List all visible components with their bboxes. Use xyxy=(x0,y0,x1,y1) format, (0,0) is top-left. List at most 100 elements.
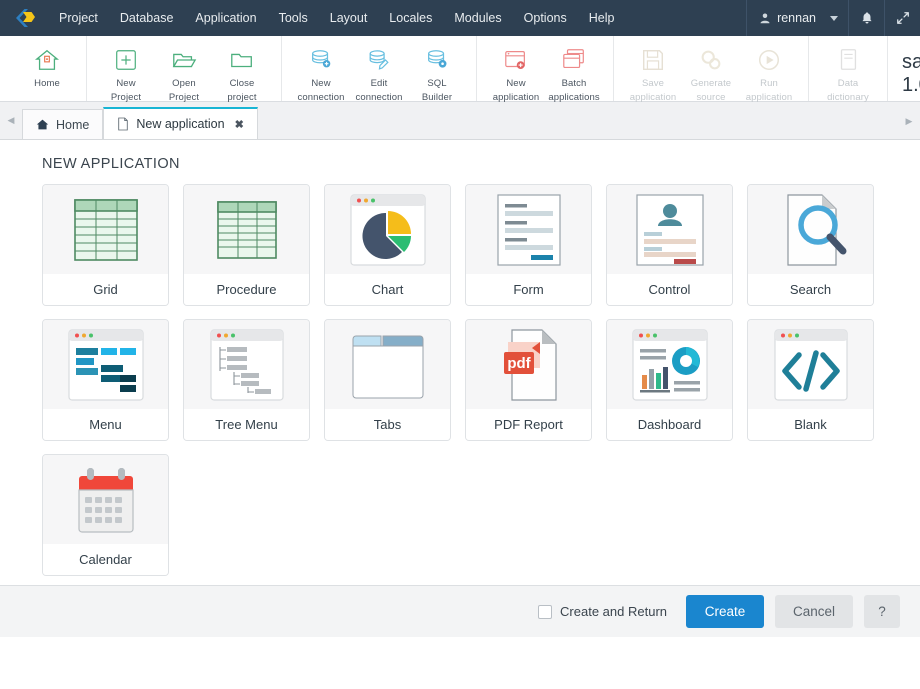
pdf-report-icon: pdf xyxy=(466,320,591,409)
batch-applications-icon xyxy=(561,45,587,75)
project-info: PROJECT samples 1.0.0 xyxy=(888,36,920,101)
toolbar-edit-connection-button[interactable]: Edit connection xyxy=(350,41,408,103)
toolbar-open-project-l1: Open xyxy=(172,78,196,89)
toolbar-batch-applications-button[interactable]: Batch applications xyxy=(545,41,603,103)
control-user-icon xyxy=(607,185,732,274)
chevron-right-icon[interactable]: ▶ xyxy=(898,102,920,140)
new-connection-icon xyxy=(308,45,334,75)
user-icon xyxy=(759,12,771,24)
card-control-label: Control xyxy=(607,274,732,305)
tabs-container: Home New application ✖ xyxy=(22,101,258,139)
toolbar-save-application-l1: Save xyxy=(642,78,664,89)
menu-item-locales[interactable]: Locales xyxy=(378,0,443,36)
create-and-return-checkbox[interactable]: Create and Return xyxy=(538,604,667,619)
card-chart[interactable]: Chart xyxy=(324,184,451,306)
tab-bar: ◀ Home New application ✖ ▶ xyxy=(0,102,920,140)
menu-item-layout[interactable]: Layout xyxy=(319,0,379,36)
tab-home-label: Home xyxy=(56,118,89,132)
toolbar-sql-builder-button[interactable]: SQL Builder xyxy=(408,41,466,103)
card-grid[interactable]: Grid xyxy=(42,184,169,306)
fullscreen-button[interactable] xyxy=(884,0,920,36)
card-tree-menu[interactable]: Tree Menu xyxy=(183,319,310,441)
svg-text:pdf: pdf xyxy=(507,355,531,372)
toolbar-home-label: Home xyxy=(34,78,60,89)
menu-item-project[interactable]: Project xyxy=(48,0,109,36)
toolbar-sql-builder-l1: SQL xyxy=(427,78,446,89)
card-menu-label: Menu xyxy=(43,409,168,440)
notifications-button[interactable] xyxy=(848,0,884,36)
card-pdf-report[interactable]: pdf PDF Report xyxy=(465,319,592,441)
toolbar-new-application-button[interactable]: New application xyxy=(487,41,545,103)
menu-item-application[interactable]: Application xyxy=(184,0,267,36)
card-blank-label: Blank xyxy=(748,409,873,440)
toolbar-new-project-button[interactable]: New Project xyxy=(97,41,155,103)
toolbar-generate-source-l1: Generate xyxy=(691,78,731,89)
card-grid-label: Grid xyxy=(43,274,168,305)
sql-builder-icon xyxy=(424,45,450,75)
tab-home[interactable]: Home xyxy=(22,109,103,139)
card-tabs-label: Tabs xyxy=(325,409,450,440)
close-icon[interactable]: ✖ xyxy=(235,118,244,131)
toolbar-data-dictionary-button[interactable]: Data dictionary xyxy=(819,41,877,103)
toolbar-new-project-l1: New xyxy=(116,78,135,89)
card-dashboard[interactable]: Dashboard xyxy=(606,319,733,441)
toolbar-open-project-button[interactable]: Open Project xyxy=(155,41,213,103)
tab-new-application[interactable]: New application ✖ xyxy=(103,107,257,139)
chevron-left-icon[interactable]: ◀ xyxy=(0,101,22,139)
menu-item-options[interactable]: Options xyxy=(513,0,578,36)
checkbox-box[interactable] xyxy=(538,605,552,619)
tree-menu-icon xyxy=(184,320,309,409)
create-button[interactable]: Create xyxy=(686,595,764,628)
create-and-return-label: Create and Return xyxy=(560,604,667,619)
toolbar-run-application-l1: Run xyxy=(760,78,778,89)
toolbar-generate-source-button[interactable]: Generate source xyxy=(682,41,740,103)
code-blank-icon xyxy=(748,320,873,409)
procedure-table-icon xyxy=(184,185,309,274)
toolbar-save-application-button[interactable]: Save application xyxy=(624,41,682,103)
toolbar-new-connection-button[interactable]: New connection xyxy=(292,41,350,103)
menubar-right-group: rennan xyxy=(746,0,920,36)
chevron-down-icon xyxy=(830,16,838,21)
card-form[interactable]: Form xyxy=(465,184,592,306)
toolbar-data-dictionary-l1: Data xyxy=(838,78,858,89)
card-tabs[interactable]: Tabs xyxy=(324,319,451,441)
toolbar-group-connection: New connection Edit connection xyxy=(282,36,477,101)
help-button[interactable]: ? xyxy=(864,595,900,628)
menu-item-database[interactable]: Database xyxy=(109,0,185,36)
card-calendar-label: Calendar xyxy=(43,544,168,575)
card-calendar[interactable]: Calendar xyxy=(42,454,169,576)
card-menu[interactable]: Menu xyxy=(42,319,169,441)
cancel-button[interactable]: Cancel xyxy=(775,595,853,628)
toolbar-close-project-button[interactable]: Close project xyxy=(213,41,271,103)
main-toolbar: Home New Project Open Project xyxy=(0,36,920,102)
toolbar-run-application-button[interactable]: Run application xyxy=(740,41,798,103)
menu-item-tools[interactable]: Tools xyxy=(268,0,319,36)
toolbar-close-project-l1: Close xyxy=(230,78,255,89)
toolbar-new-connection-l1: New xyxy=(311,78,330,89)
main-content: NEW APPLICATION Grid xyxy=(0,140,920,637)
dashboard-icon xyxy=(607,320,732,409)
card-procedure[interactable]: Procedure xyxy=(183,184,310,306)
new-project-icon xyxy=(113,45,139,75)
new-application-icon xyxy=(503,45,529,75)
toolbar-group-build: Save application Generate source Run app… xyxy=(614,36,809,101)
open-project-icon xyxy=(171,45,197,75)
toolbar-home-button[interactable]: Home xyxy=(18,41,76,89)
toolbar-edit-connection-l1: Edit xyxy=(371,78,388,89)
card-tree-menu-label: Tree Menu xyxy=(184,409,309,440)
close-project-icon xyxy=(229,45,255,75)
menu-item-modules[interactable]: Modules xyxy=(443,0,512,36)
home-icon xyxy=(34,45,60,75)
card-search[interactable]: Search xyxy=(747,184,874,306)
card-control[interactable]: Control xyxy=(606,184,733,306)
card-blank[interactable]: Blank xyxy=(747,319,874,441)
calendar-icon xyxy=(43,455,168,544)
toolbar-group-project: New Project Open Project Close project xyxy=(87,36,282,101)
menu-item-help[interactable]: Help xyxy=(578,0,626,36)
scriptcase-logo[interactable] xyxy=(0,0,48,36)
tabs-icon xyxy=(325,320,450,409)
file-icon xyxy=(117,117,129,131)
card-dashboard-label: Dashboard xyxy=(607,409,732,440)
user-menu[interactable]: rennan xyxy=(746,0,848,36)
tab-new-application-label: New application xyxy=(136,117,224,131)
